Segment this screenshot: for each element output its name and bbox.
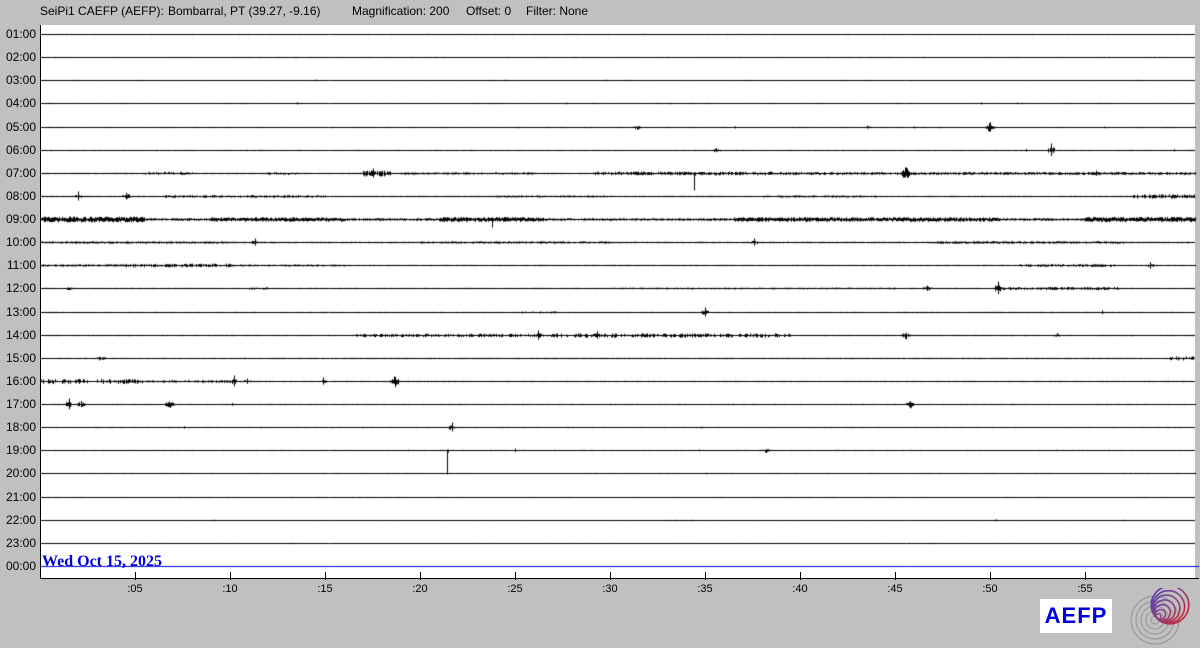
aefp-logo-text: AEFP: [1044, 603, 1108, 628]
helicorder-app: { "header": { "station": "SeiPi1 CAEFP (…: [0, 0, 1200, 648]
helicorder-traces: [0, 0, 1200, 648]
date-label: Wed Oct 15, 2025: [42, 553, 162, 570]
aefp-logo-box: AEFP: [1040, 599, 1112, 633]
seismic-spiral-icon: [1130, 588, 1190, 645]
